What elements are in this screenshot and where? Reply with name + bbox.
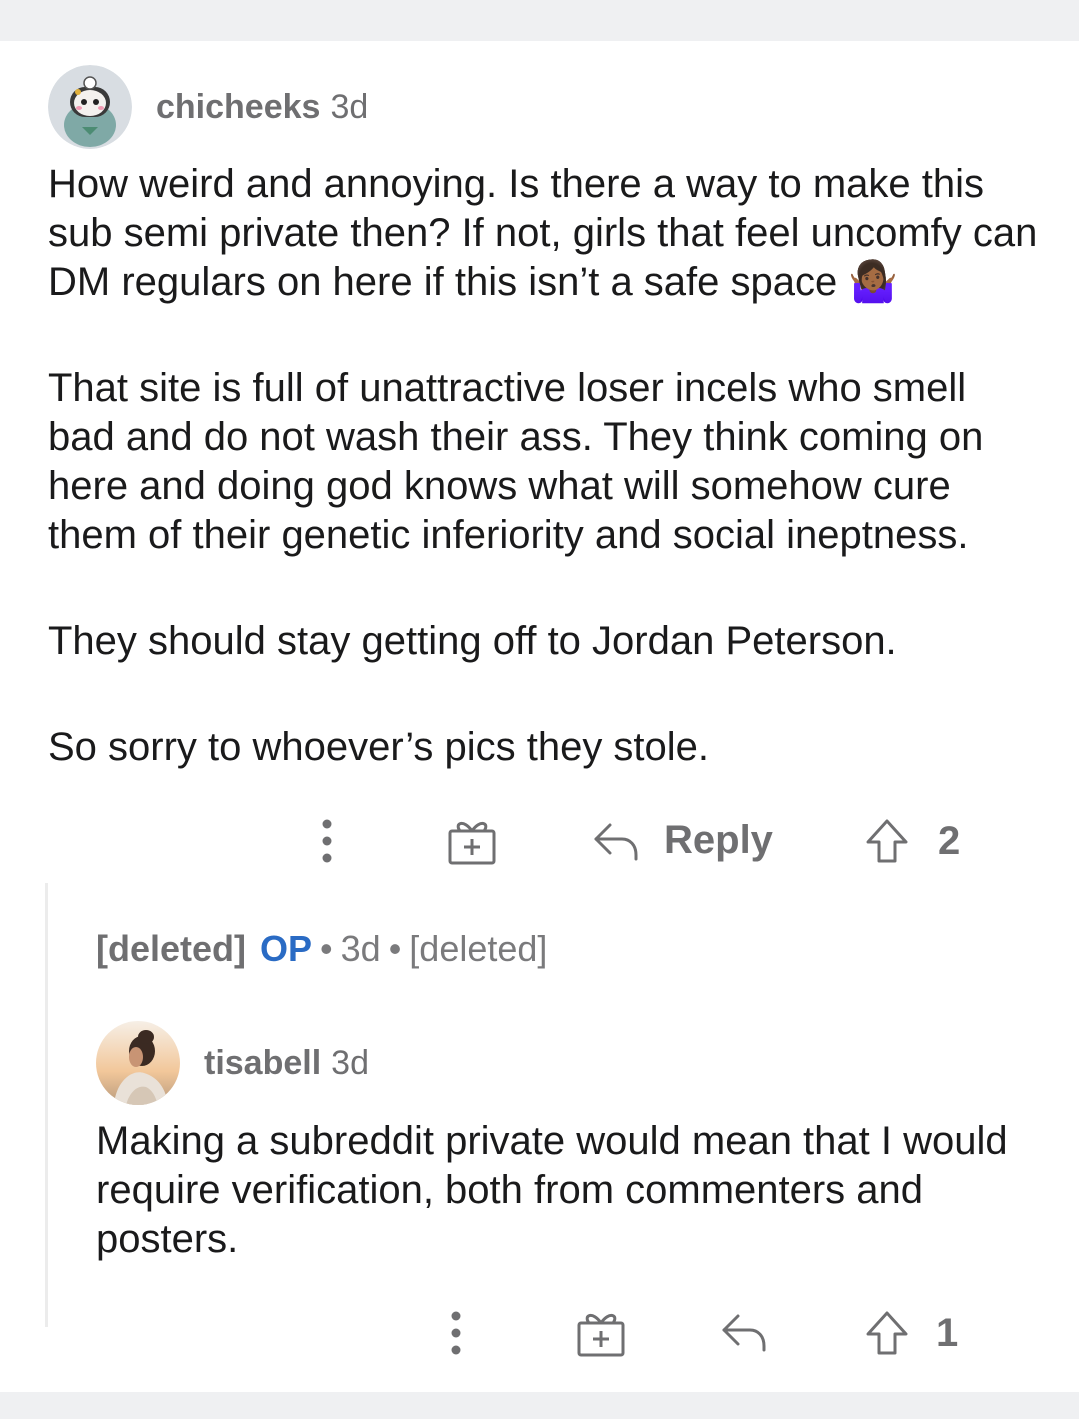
comment-header: chicheeks 3d xyxy=(48,65,368,149)
comment-paragraph: They should stay getting off to Jordan P… xyxy=(48,619,897,663)
award-button[interactable] xyxy=(575,1307,627,1359)
upvote-arrow-icon xyxy=(866,1311,908,1355)
comment-author[interactable]: tisabell xyxy=(204,1044,321,1083)
more-options-button[interactable] xyxy=(318,818,336,864)
comment-age: 3d xyxy=(330,87,369,126)
upvote-button[interactable]: 2 xyxy=(864,818,960,864)
avatar[interactable] xyxy=(48,65,132,149)
more-vertical-icon xyxy=(451,1311,461,1355)
deleted-age: 3d xyxy=(340,928,381,969)
profile-photo-icon xyxy=(96,1021,180,1105)
deleted-comment-row: [deleted] OP • 3d • [deleted] xyxy=(96,928,547,970)
comment-age: 3d xyxy=(331,1043,369,1082)
gift-award-icon xyxy=(448,822,496,865)
comment-body: Making a subreddit private would mean th… xyxy=(96,1117,1036,1264)
reply-button[interactable] xyxy=(720,1310,768,1354)
upvote-button[interactable]: 1 xyxy=(864,1310,958,1356)
reply-label: Reply xyxy=(664,818,773,862)
op-badge: OP xyxy=(260,928,313,969)
comment-paragraph: How weird and annoying. Is there a way t… xyxy=(48,162,1038,304)
deleted-author: [deleted] xyxy=(96,928,247,969)
avatar[interactable] xyxy=(96,1021,180,1105)
reply-button[interactable]: Reply xyxy=(592,818,773,863)
more-options-button[interactable] xyxy=(447,1310,465,1356)
comment-header: tisabell 3d xyxy=(96,1021,369,1105)
comment-paragraph: Making a subreddit private would mean th… xyxy=(96,1119,1008,1261)
more-vertical-icon xyxy=(322,819,332,863)
separator-dot: • xyxy=(320,928,333,969)
deleted-body: [deleted] xyxy=(409,928,548,969)
vote-score: 2 xyxy=(938,818,961,863)
comment-body: How weird and annoying. Is there a way t… xyxy=(48,160,1038,772)
award-button[interactable] xyxy=(446,815,498,867)
comment-paragraph: So sorry to whoever’s pics they stole. xyxy=(48,725,710,769)
thread-line[interactable] xyxy=(45,883,48,1327)
comment-author[interactable]: chicheeks xyxy=(156,88,320,127)
reply-arrow-icon xyxy=(594,823,638,860)
vote-score: 1 xyxy=(936,1310,959,1355)
separator-dot: • xyxy=(388,928,402,969)
upvote-arrow-icon xyxy=(866,819,908,863)
reply-arrow-icon xyxy=(722,1314,766,1352)
comment-paragraph: That site is full of unattractive loser … xyxy=(48,366,984,557)
gift-award-icon xyxy=(577,1314,625,1357)
snoo-avatar-icon xyxy=(48,65,132,149)
